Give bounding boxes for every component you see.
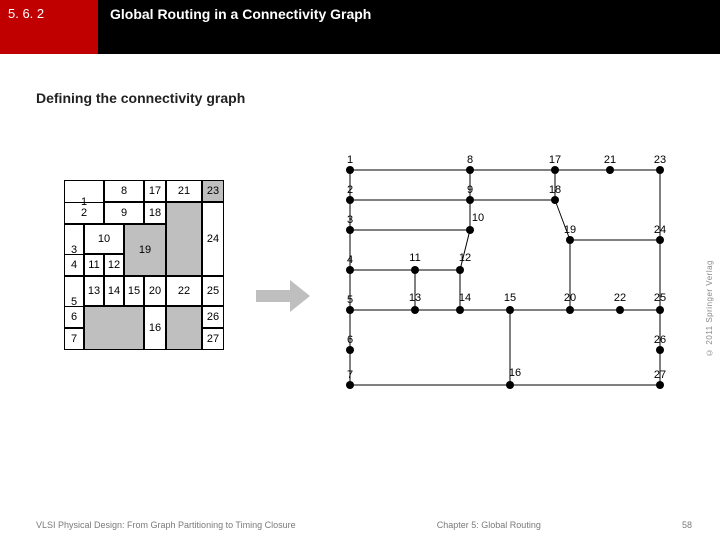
graph-node-21 bbox=[606, 166, 614, 174]
cell-27: 27 bbox=[202, 328, 224, 350]
graph-node-24 bbox=[656, 236, 664, 244]
cell-21: 21 bbox=[166, 180, 202, 202]
graph-node-8 bbox=[466, 166, 474, 174]
graph-node-label-8: 8 bbox=[467, 154, 473, 166]
graph-node-label-18: 18 bbox=[549, 184, 561, 196]
graph-node-18 bbox=[551, 196, 559, 204]
cell-18: 18 bbox=[144, 202, 166, 224]
cell-24: 24 bbox=[202, 202, 224, 276]
graph-node-label-1: 1 bbox=[347, 154, 353, 166]
graph-node-label-4: 4 bbox=[347, 254, 353, 266]
cell-9: 9 bbox=[104, 202, 144, 224]
graph-node-label-7: 7 bbox=[347, 369, 353, 381]
cell-12: 12 bbox=[104, 254, 124, 276]
graph-node-11 bbox=[411, 266, 419, 274]
graph-node-27 bbox=[656, 381, 664, 389]
cell-22: 22 bbox=[166, 276, 202, 306]
graph-node-label-12: 12 bbox=[459, 252, 471, 264]
arrow-icon bbox=[256, 280, 310, 312]
graph-node-label-5: 5 bbox=[347, 294, 353, 306]
slide-header: 5. 6. 2 Global Routing in a Connectivity… bbox=[0, 0, 720, 54]
graph-node-19 bbox=[566, 236, 574, 244]
graph-node-1 bbox=[346, 166, 354, 174]
ob-c bbox=[166, 306, 202, 350]
cell-20: 20 bbox=[144, 276, 166, 306]
footer-left: VLSI Physical Design: From Graph Partiti… bbox=[36, 520, 296, 530]
graph-node-label-17: 17 bbox=[549, 154, 561, 166]
cell-10: 10 bbox=[84, 224, 124, 254]
cell-25: 25 bbox=[202, 276, 224, 306]
cell-11: 11 bbox=[84, 254, 104, 276]
graph-node-17 bbox=[551, 166, 559, 174]
cell-19: 19 bbox=[124, 224, 166, 276]
cell-17: 17 bbox=[144, 180, 166, 202]
cell-7: 7 bbox=[64, 328, 84, 350]
footer-page: 58 bbox=[682, 520, 692, 530]
graph-node-label-3: 3 bbox=[347, 214, 353, 226]
graph-node-23 bbox=[656, 166, 664, 174]
slide-footer: VLSI Physical Design: From Graph Partiti… bbox=[0, 520, 720, 530]
graph-node-label-20: 20 bbox=[564, 292, 576, 304]
graph-node-9 bbox=[466, 196, 474, 204]
graph-node-5 bbox=[346, 306, 354, 314]
graph-node-label-10: 10 bbox=[472, 212, 484, 224]
graph-node-label-27: 27 bbox=[654, 369, 666, 381]
graph-node-label-16: 16 bbox=[509, 367, 521, 379]
graph-node-label-22: 22 bbox=[614, 292, 626, 304]
graph-node-label-24: 24 bbox=[654, 224, 666, 236]
section-number: 5. 6. 2 bbox=[0, 0, 98, 54]
graph-node-12 bbox=[456, 266, 464, 274]
graph-node-14 bbox=[456, 306, 464, 314]
ob-a bbox=[166, 202, 202, 276]
graph-node-label-21: 21 bbox=[604, 154, 616, 166]
graph-node-20 bbox=[566, 306, 574, 314]
graph-node-2 bbox=[346, 196, 354, 204]
graph-node-7 bbox=[346, 381, 354, 389]
graph-node-label-25: 25 bbox=[654, 292, 666, 304]
cell-8: 8 bbox=[104, 180, 144, 202]
cell-23: 23 bbox=[202, 180, 224, 202]
cell-6: 6 bbox=[64, 306, 84, 328]
connectivity-graph: 1234567891011121314151617181920212223242… bbox=[330, 150, 690, 420]
cell-16: 16 bbox=[144, 306, 166, 350]
graph-node-22 bbox=[616, 306, 624, 314]
cell-4: 4 bbox=[64, 254, 84, 276]
graph-node-15 bbox=[506, 306, 514, 314]
graph-node-label-19: 19 bbox=[564, 224, 576, 236]
cell-26: 26 bbox=[202, 306, 224, 328]
cell-14: 14 bbox=[104, 276, 124, 306]
graph-node-3 bbox=[346, 226, 354, 234]
graph-node-label-13: 13 bbox=[409, 292, 421, 304]
footer-center: Chapter 5: Global Routing bbox=[437, 520, 541, 530]
graph-node-6 bbox=[346, 346, 354, 354]
grid-diagram: 1817212391823101924111245131415202225671… bbox=[64, 180, 244, 372]
graph-node-16 bbox=[506, 381, 514, 389]
cell-2: 2 bbox=[64, 202, 104, 224]
cell-15: 15 bbox=[124, 276, 144, 306]
graph-node-label-6: 6 bbox=[347, 334, 353, 346]
graph-node-label-2: 2 bbox=[347, 184, 353, 196]
slide-content: 1817212391823101924111245131415202225671… bbox=[0, 150, 720, 470]
copyright-note: © 2011 Springer Verlag bbox=[705, 260, 714, 357]
graph-node-label-15: 15 bbox=[504, 292, 516, 304]
cell-13: 13 bbox=[84, 276, 104, 306]
graph-node-label-14: 14 bbox=[459, 292, 471, 304]
graph-node-13 bbox=[411, 306, 419, 314]
ob-b bbox=[84, 306, 144, 350]
graph-node-label-11: 11 bbox=[409, 252, 420, 264]
graph-node-4 bbox=[346, 266, 354, 274]
graph-node-25 bbox=[656, 306, 664, 314]
graph-node-label-26: 26 bbox=[654, 334, 666, 346]
graph-node-10 bbox=[466, 226, 474, 234]
slide-title: Global Routing in a Connectivity Graph bbox=[98, 0, 720, 54]
slide-subtitle: Defining the connectivity graph bbox=[36, 90, 720, 106]
graph-node-label-23: 23 bbox=[654, 154, 666, 166]
graph-node-26 bbox=[656, 346, 664, 354]
graph-node-label-9: 9 bbox=[467, 184, 473, 196]
